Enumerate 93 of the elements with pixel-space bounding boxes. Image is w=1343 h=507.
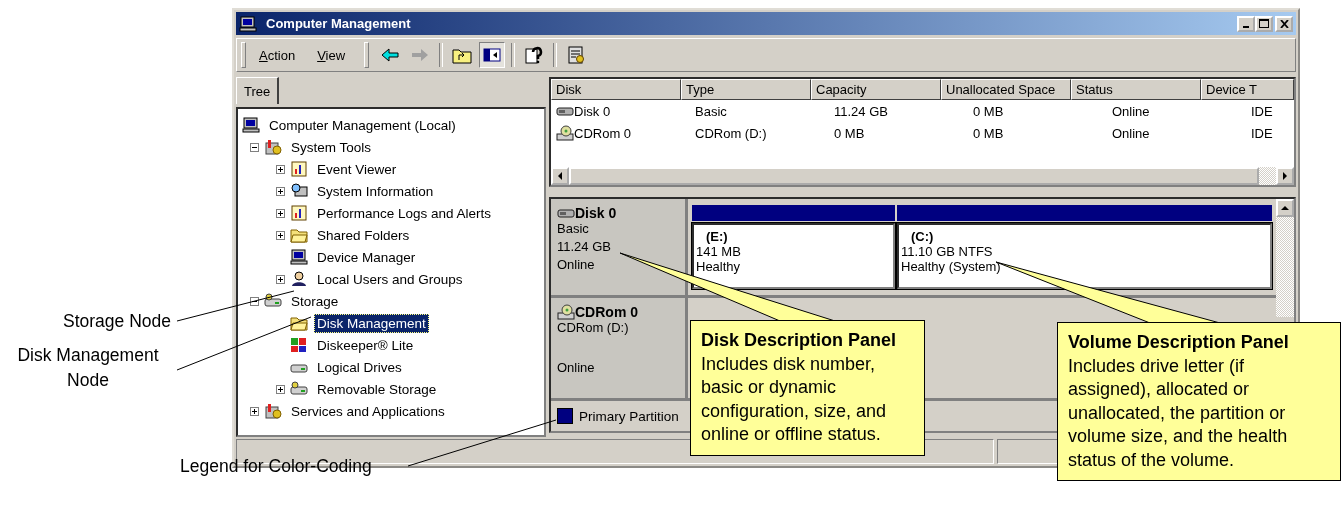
disk-panel[interactable]: CDRom 0 CDRom (D:) Online [551, 298, 688, 398]
annotation-label: Storage Node [63, 310, 171, 333]
scroll-right-icon[interactable] [1282, 172, 1288, 180]
tree-item[interactable]: Services and Applications [288, 401, 448, 421]
disk-name: Disk 0 [575, 205, 617, 221]
drive-icon [290, 381, 308, 397]
menu-item[interactable]: View [308, 45, 355, 65]
drive-icon [264, 293, 282, 309]
minimize-button[interactable] [1237, 15, 1255, 32]
legend-label: Primary Partition [579, 408, 679, 424]
tree-item[interactable]: Removable Storage [314, 379, 440, 399]
table-cell-text: Online [1111, 125, 1151, 141]
annotation-label: Disk Management Node [16, 344, 160, 392]
window-title: Computer Management [266, 16, 412, 31]
disk-panel[interactable]: Disk 0 Basic 11.24 GB Online [551, 199, 688, 295]
callout-title: Disk Description Panel [701, 329, 898, 352]
table-cell-text: IDE [1250, 125, 1274, 141]
tree-item[interactable]: Disk Management [314, 313, 429, 333]
volume-panel[interactable]: (C:) 11.10 GB NTFS Healthy (System) [897, 223, 1272, 289]
column-header[interactable]: Unallocated Space [941, 79, 1071, 100]
chart-icon [290, 205, 308, 221]
cd-icon [557, 304, 575, 320]
close-button[interactable] [1275, 15, 1293, 32]
maximize-button[interactable] [1255, 15, 1273, 32]
tree-item[interactable]: Computer Management (Local) [266, 115, 459, 135]
tree-item[interactable]: Performance Logs and Alerts [314, 203, 495, 223]
expand-icon[interactable] [250, 406, 259, 416]
disk-status: Online [557, 360, 596, 377]
table-cell-text: CDRom (D:) [694, 125, 768, 141]
tree-item[interactable]: Storage [288, 291, 342, 311]
volume-letter: (C:) [910, 229, 935, 244]
disk-type: Basic [557, 221, 590, 238]
expand-icon[interactable] [276, 274, 285, 284]
tree-item[interactable]: Event Viewer [314, 159, 400, 179]
table-cell: CDRom 0 [551, 125, 690, 141]
tree-item[interactable]: Device Manager [314, 247, 419, 267]
column-header[interactable]: Status [1071, 79, 1201, 100]
tree-item[interactable]: Diskeeper® Lite [314, 335, 417, 355]
disk-name: CDRom 0 [575, 304, 638, 320]
tree-item[interactable]: System Information [314, 181, 437, 201]
grid-icon [290, 337, 308, 353]
expand-icon[interactable] [276, 164, 285, 174]
volume-letter: (E:) [705, 229, 729, 244]
column-header[interactable]: Device T [1201, 79, 1294, 100]
table-cell-text: Online [1111, 103, 1151, 119]
volume-size: 11.10 GB NTFS [901, 244, 994, 259]
tree-item[interactable]: Logical Drives [314, 357, 405, 377]
cd-icon [556, 125, 574, 141]
computer-icon [290, 249, 308, 265]
expand-icon[interactable] [276, 384, 285, 394]
table-cell-text: IDE [1250, 103, 1274, 119]
volume-size: 141 MB [696, 244, 742, 259]
user-icon [290, 271, 308, 287]
disk-type: CDRom (D:) [557, 320, 630, 337]
folder-icon [290, 227, 308, 243]
collapse-icon[interactable] [250, 142, 259, 152]
tree-item[interactable]: System Tools [288, 137, 375, 157]
callout-text: Includes disk number, basic or dynamic configuration, size, and online or offline status. [701, 352, 888, 446]
collapse-icon[interactable] [250, 296, 259, 306]
disk-size: 11.24 GB [557, 239, 612, 256]
table-cell-text: 0 MB [833, 125, 866, 141]
column-header[interactable]: Capacity [811, 79, 941, 100]
log-icon [290, 161, 308, 177]
computer-icon [239, 15, 257, 32]
callout-title: Volume Description Panel [1068, 331, 1290, 354]
scroll-left-icon[interactable] [557, 172, 563, 180]
tree-tab[interactable]: Tree [236, 77, 280, 104]
table-cell-text: 0 MB [972, 103, 1005, 119]
column-header[interactable]: Type [681, 79, 811, 100]
scroll-up-icon[interactable] [1281, 205, 1289, 211]
table-cell: Disk 0 [551, 103, 690, 119]
callout-text: Includes drive letter (if assigned), allocated or unallocated, the partition or volume size, and the health status of the volume. [1068, 354, 1289, 472]
scroll-track[interactable] [1259, 167, 1276, 185]
maximize-icon [1259, 19, 1269, 28]
computer-icon [242, 117, 260, 133]
table-cell-text: 0 MB [972, 125, 1005, 141]
tree-item[interactable]: Local Users and Groups [314, 269, 466, 289]
volume-health: Healthy (System) [901, 259, 1002, 274]
expand-icon[interactable] [276, 186, 285, 196]
close-icon [1279, 19, 1289, 28]
table-cell-text: Basic [694, 103, 728, 119]
tree-item[interactable]: Shared Folders [314, 225, 413, 245]
table-cell-text: 11.24 GB [833, 103, 889, 119]
disk-status: Online [557, 257, 596, 274]
expand-icon[interactable] [276, 230, 285, 240]
annotation-label: Legend for Color-Coding [180, 455, 372, 478]
column-header[interactable]: Disk [551, 79, 681, 100]
menu-item[interactable]: Action [250, 45, 305, 65]
volume-health: Healthy [696, 259, 742, 274]
magnifier-icon [290, 183, 308, 199]
minimize-icon [1243, 25, 1249, 28]
volume-panel[interactable]: (E:) 141 MB Healthy [692, 223, 895, 289]
expand-icon[interactable] [276, 208, 285, 218]
